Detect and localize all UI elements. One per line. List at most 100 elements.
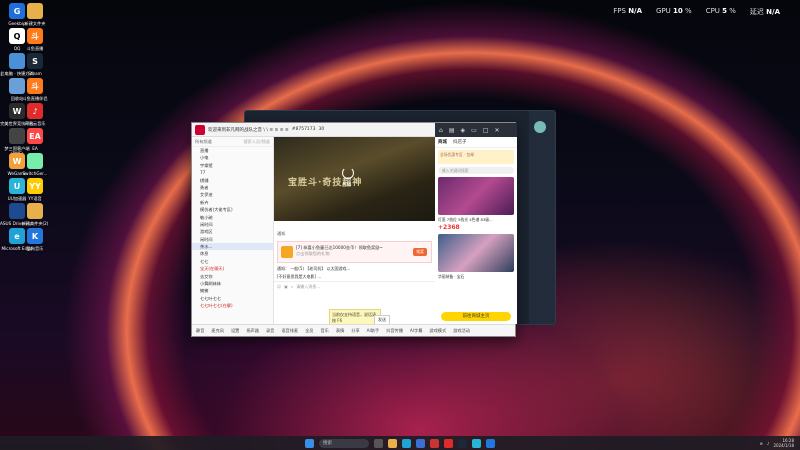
app-icon[interactable] (430, 438, 439, 448)
bag-icon[interactable]: ▤ (449, 127, 455, 134)
gift-card[interactable]: [7] 恭喜小鱼童已达10000金币！领取鱼奖励~ 点击领取您的礼物 领奖 (277, 241, 432, 263)
product-price: +2368 (438, 224, 460, 231)
tab-store[interactable]: 抖店子 (453, 139, 467, 145)
image-icon[interactable]: ▣ (284, 284, 288, 289)
edge-icon[interactable] (402, 438, 411, 448)
channel-filter[interactable]: 所有频道 (195, 139, 212, 145)
product-image[interactable] (438, 234, 514, 272)
live-video[interactable]: 宝胜斗·奇技超神 直播 (274, 137, 435, 221)
bottom-toolbar-item[interactable]: 抖音传播 (386, 328, 403, 334)
start-icon[interactable] (305, 438, 314, 448)
desktop-icon[interactable]: S Steam (18, 53, 52, 76)
product-title[interactable]: 华丽装备 · 宝石 (435, 274, 517, 280)
channel-item[interactable]: 艾伊迪 (192, 191, 273, 198)
channel-item[interactable]: 勇者 (192, 184, 273, 191)
search-icon[interactable]: ⌕ (291, 284, 293, 289)
explorer-icon[interactable] (388, 438, 397, 448)
channel-item[interactable]: 棋鋪 (192, 177, 273, 184)
emoji-icon[interactable]: ☺ (277, 284, 281, 289)
desktop-icon[interactable]: 新建文件夹 (18, 3, 52, 26)
user-avatar[interactable] (534, 121, 546, 133)
desktop-icon-label: YY语音 (28, 196, 42, 201)
bottom-toolbar-item[interactable]: 麦克风 (211, 328, 224, 334)
product-image[interactable] (438, 177, 514, 215)
video-status: 直播 (342, 183, 351, 188)
channel-items: 直播 小电 宇樂馆 77 棋鋪 勇者 艾伊迪 新卉 模仿者(大佬专区) 敏小碗 闲时间 游戏区 闲时间茶… (192, 147, 273, 310)
bottom-toolbar-item[interactable]: AI助手 (367, 328, 379, 334)
channel-item[interactable]: 直播 (192, 147, 273, 154)
bottom-toolbar-item[interactable]: 语音排麦 (281, 328, 298, 334)
app-icon: K (27, 228, 43, 244)
desktop-icon[interactable]: 新建文件夹(2) (18, 203, 52, 226)
channel-search[interactable]: 搜索人员/频道 (243, 139, 270, 145)
channel-item[interactable]: 擁擁 (192, 287, 273, 294)
app-icon: S (27, 53, 43, 69)
channel-item[interactable]: 闲时间 (192, 221, 273, 228)
gamepad-icon[interactable]: ◈ (460, 127, 465, 134)
store-icon[interactable] (416, 438, 425, 448)
channel-toolbar: 所有频道 搜索人员/频道 (192, 137, 273, 147)
app-icon[interactable] (472, 438, 481, 448)
volume-icon[interactable]: ♪ (767, 441, 770, 446)
layout-icon[interactable]: ▭ (471, 127, 477, 134)
system-tray: ≋ ♪ 16:28 2024/1/18 (760, 438, 794, 448)
channel-item[interactable]: 七七 (192, 258, 273, 265)
bottom-toolbar-item[interactable]: 音乐 (320, 328, 328, 334)
desktop-icon-label: 新建文件夹(2) (21, 221, 49, 226)
bottom-toolbar-item[interactable]: 分享 (351, 328, 359, 334)
bottom-toolbar-item[interactable]: 全员 (305, 328, 313, 334)
channel-item[interactable]: 新卉 (192, 199, 273, 206)
desktop-icon[interactable]: YY YY语音 (18, 178, 52, 201)
desktop-icon-label: EA (32, 146, 38, 151)
background-window-sidebar (529, 111, 555, 324)
desktop-icon[interactable]: K 酷狗音乐 (18, 228, 52, 251)
channel-item[interactable]: 小电 (192, 154, 273, 161)
channel-item[interactable]: 小舞刷妹妹 (192, 280, 273, 287)
bottom-toolbar-item[interactable]: 设置 (231, 328, 239, 334)
channel-item[interactable]: 模仿者(大佬专区) (192, 206, 273, 213)
bottom-toolbar-item[interactable]: 扬声器 (246, 328, 259, 334)
close-shop-icon[interactable]: ✕ (494, 127, 499, 134)
shop-banner[interactable]: 全场优惠专区 · 包邮 (438, 150, 514, 164)
steam-icon[interactable] (458, 438, 467, 448)
bottom-toolbar-item[interactable]: 游戏模式 (429, 328, 446, 334)
task-view-icon[interactable] (374, 438, 383, 448)
bottom-toolbar-item[interactable]: 表情 (336, 328, 344, 334)
tab-shop[interactable]: 商城 (438, 139, 447, 145)
channel-item[interactable]: 去艾你 (192, 273, 273, 280)
taskbar-search[interactable]: 搜索 (319, 438, 369, 448)
desktop-icon-label: 酷狗音乐 (26, 246, 44, 251)
bottom-toolbar-item[interactable]: 静音 (196, 328, 204, 334)
channel-item[interactable]: 闲时间 (192, 236, 273, 243)
desktop-icon[interactable]: EA EA (18, 128, 52, 151)
bottom-toolbar-item[interactable]: 录音 (266, 328, 274, 334)
kugou-icon[interactable] (486, 438, 495, 448)
channel-item[interactable]: 宝天(在聊天) (192, 265, 273, 272)
shop-search-input[interactable]: 输入关键词搜索 (438, 167, 514, 174)
channel-item[interactable]: 敏小碗 (192, 214, 273, 221)
go-shop-button[interactable]: 前往商城主页 (441, 312, 511, 321)
maximize-icon[interactable]: □ (483, 127, 489, 134)
bottom-toolbar-item[interactable]: AI字幕 (410, 328, 422, 334)
channel-item[interactable]: 77 (192, 169, 273, 176)
home-icon[interactable]: ⌂ (439, 127, 443, 134)
app-icon[interactable] (444, 438, 453, 448)
channel-item[interactable]: 休息 (192, 250, 273, 257)
channel-item[interactable]: 茶水... (192, 243, 273, 251)
clock[interactable]: 16:28 2024/1/18 (773, 438, 794, 448)
desktop-icon[interactable]: SwitchGer... (18, 153, 52, 176)
fps-readout: FPS N/A (613, 7, 643, 15)
chat-input[interactable]: 请输入消息... (296, 284, 320, 290)
desktop-icon[interactable]: ♪ 网易云音乐 (18, 103, 52, 126)
app-icon (27, 3, 43, 19)
claim-button[interactable]: 领奖 (413, 248, 427, 256)
bottom-toolbar-item[interactable]: 游戏活动 (453, 328, 470, 334)
desktop-icon-label: 新建文件夹 (24, 21, 46, 26)
channel-item[interactable]: 游戏区 (192, 228, 273, 235)
channel-item[interactable]: 宇樂馆 (192, 162, 273, 169)
desktop-icon[interactable]: 斗斗鱼直播 (18, 28, 52, 51)
channel-item[interactable]: 七七叶七七 (192, 295, 273, 302)
wifi-icon[interactable]: ≋ (760, 441, 763, 446)
desktop-icon[interactable]: 斗斗鱼直播伴侣 (18, 78, 52, 101)
channel-item[interactable]: 七七叶七七(在聊) (192, 302, 273, 309)
